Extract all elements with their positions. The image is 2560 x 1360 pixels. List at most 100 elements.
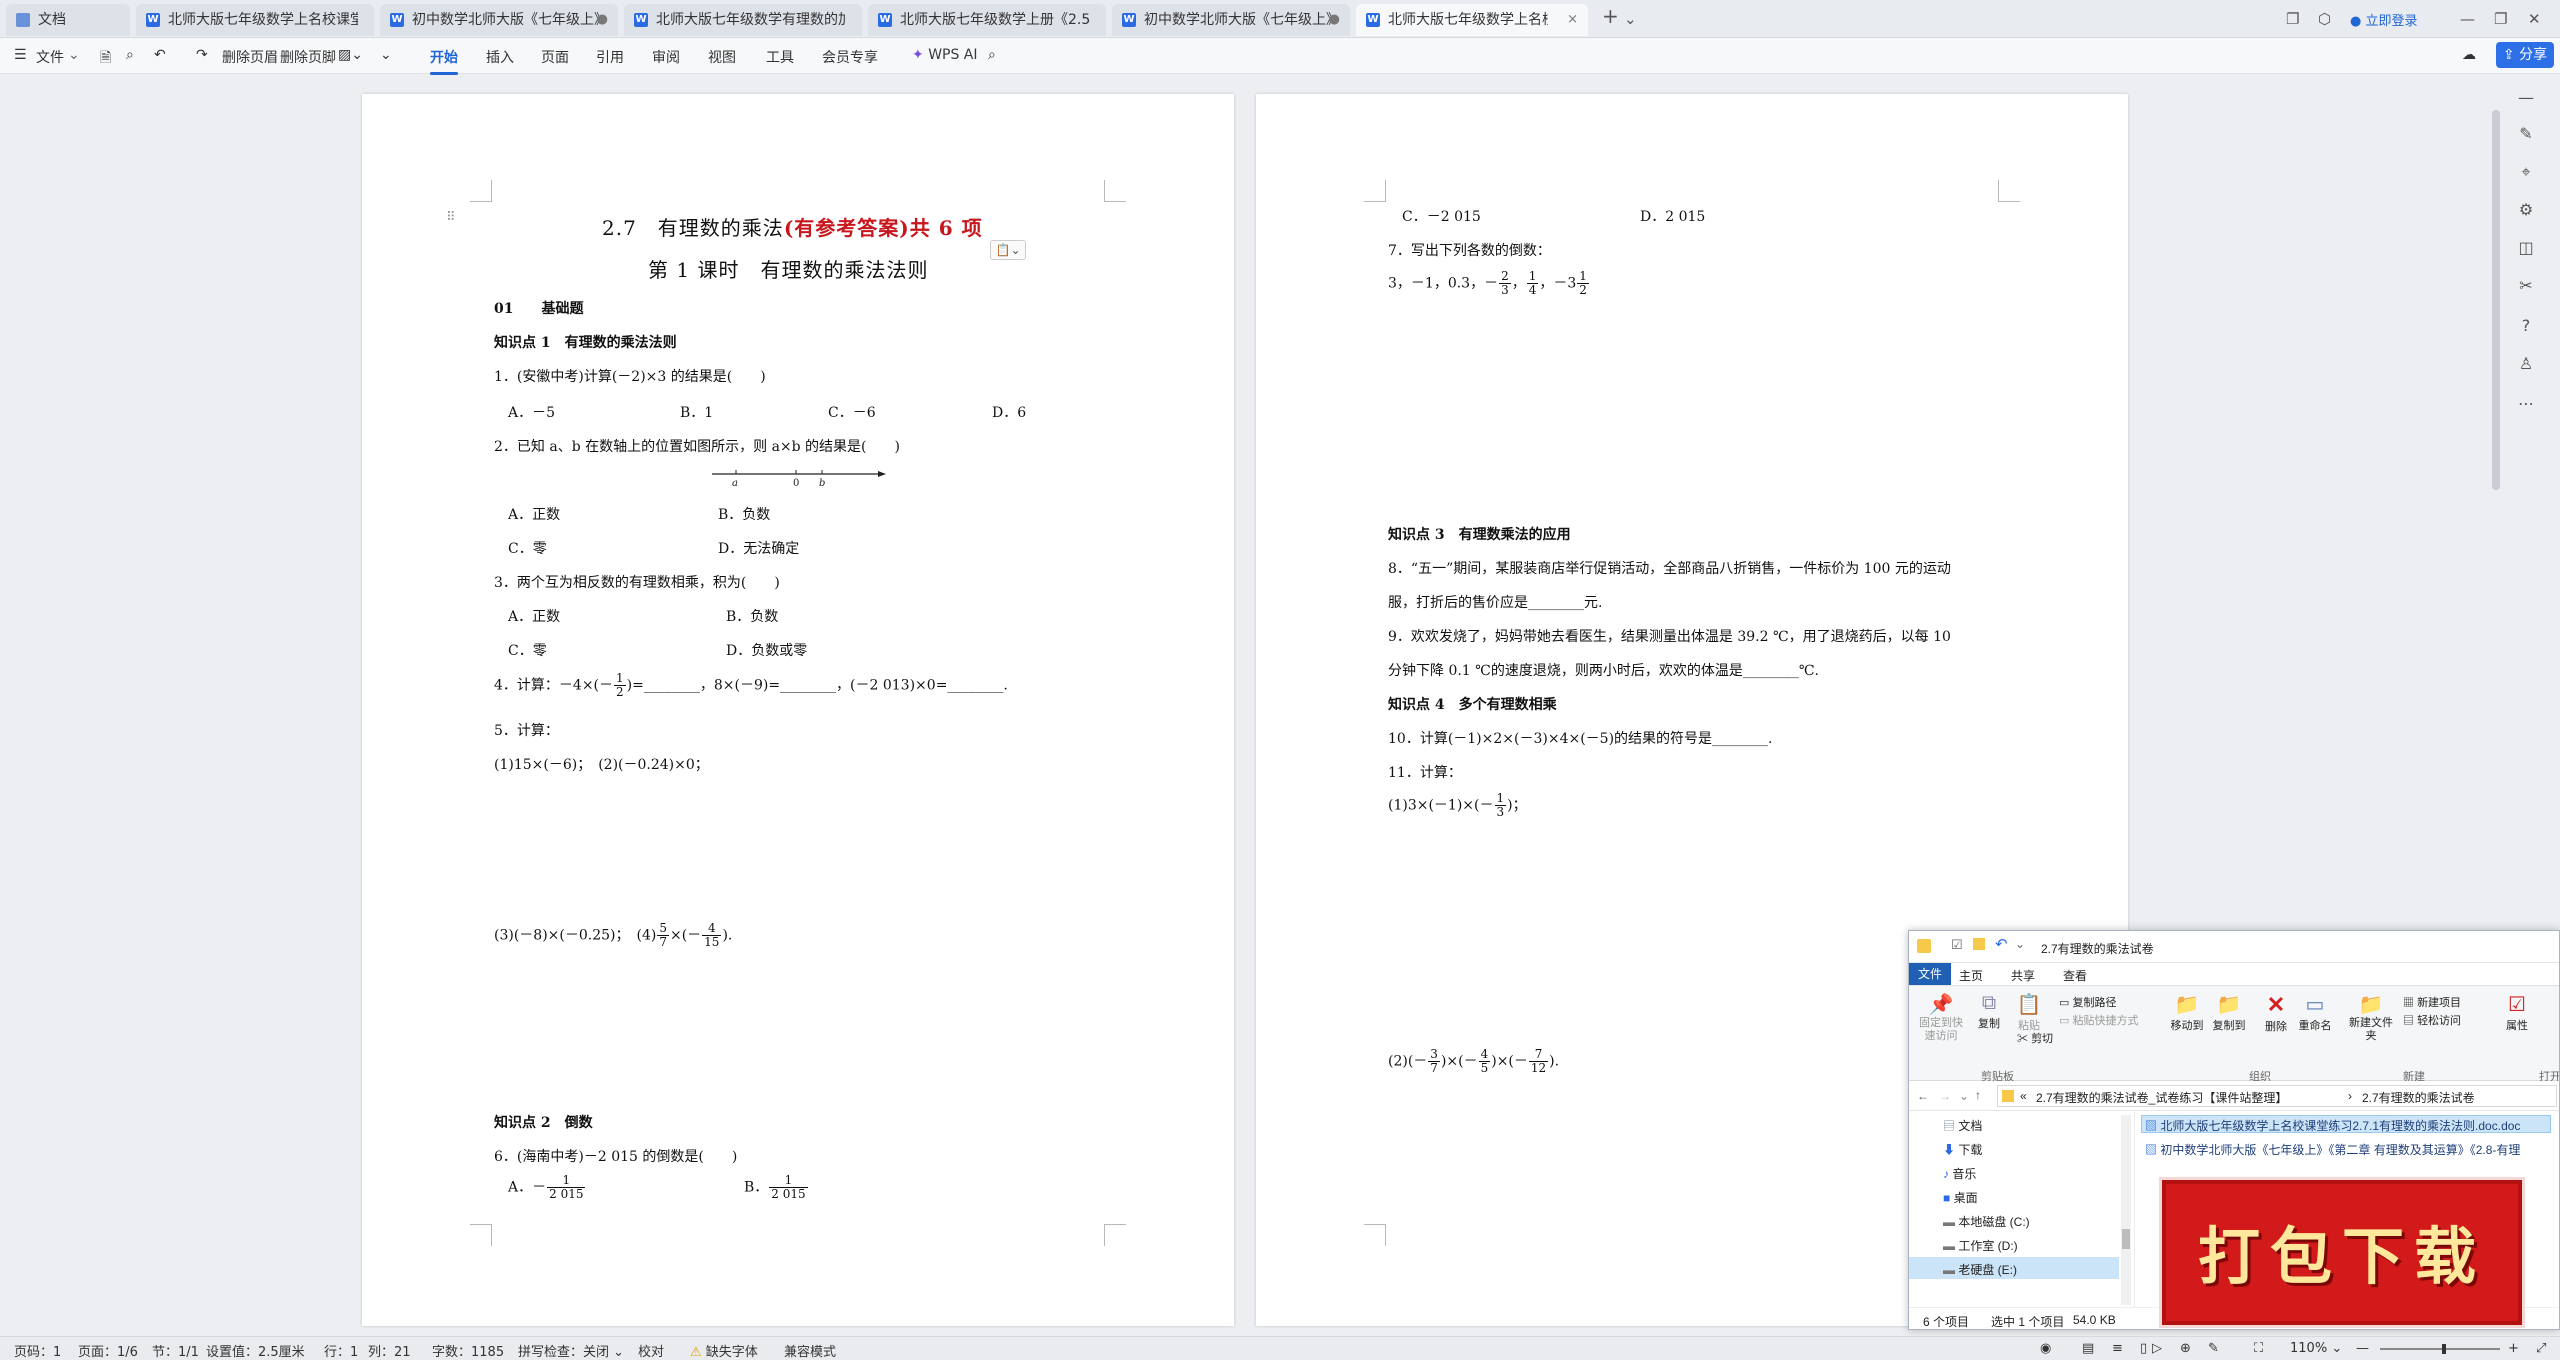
properties-icon[interactable]: ☑ xyxy=(1951,937,1963,953)
play-icon[interactable]: ▷ xyxy=(2152,1341,2162,1356)
zoom-in-icon[interactable]: + xyxy=(2508,1341,2519,1356)
chevron-down-icon[interactable]: ⌄ xyxy=(380,47,392,63)
window-icon[interactable]: ❐ xyxy=(2286,10,2299,28)
missing-font-button[interactable]: ⚠ 缺失字体 xyxy=(690,1341,758,1360)
settings-icon[interactable]: ⚙ xyxy=(2516,200,2536,220)
tab-references[interactable]: 引用 xyxy=(596,47,624,67)
more-icon[interactable]: ⋯ xyxy=(2516,394,2536,414)
status-row[interactable]: 行：1 xyxy=(324,1341,358,1360)
tab-home[interactable]: 开始 xyxy=(430,47,458,75)
vertical-scrollbar[interactable] xyxy=(2492,110,2500,490)
up-icon[interactable]: ↑ xyxy=(1975,1088,1981,1102)
layers-icon[interactable]: ◫ xyxy=(2516,238,2536,258)
page-view-icon[interactable]: ▤ xyxy=(2082,1341,2094,1356)
status-section[interactable]: 节：1/1 xyxy=(152,1341,199,1360)
cut-button[interactable]: ✂ 剪切 xyxy=(2017,1030,2053,1046)
easy-access-button[interactable]: ▤ 轻松访问 xyxy=(2403,1012,2461,1028)
save-icon[interactable]: 🗎 xyxy=(100,47,111,71)
share-button[interactable]: ⇪ 分享 xyxy=(2496,42,2554,68)
nav-drive-d[interactable]: ▬ 工作室 (D:) xyxy=(1943,1237,2018,1254)
nav-downloads[interactable]: ⬇ 下载 xyxy=(1943,1141,1982,1158)
new-folder-button[interactable]: 📁 新建文件夹 xyxy=(2349,992,2393,1043)
chevron-down-icon[interactable]: ⌄ xyxy=(1624,10,1637,28)
back-icon[interactable]: ← xyxy=(1917,1089,1929,1103)
tab-member[interactable]: 会员专享 xyxy=(822,47,878,67)
delete-footer-button[interactable]: 删除页脚 xyxy=(280,47,336,67)
cloud-icon[interactable]: ☁ xyxy=(2462,47,2476,63)
move-to-button[interactable]: 📁 移动到 xyxy=(2167,992,2207,1033)
nav-scrollbar[interactable] xyxy=(2121,1115,2131,1305)
eye-icon[interactable]: ◉ xyxy=(2040,1341,2051,1356)
outline-view-icon[interactable]: ≡ xyxy=(2112,1341,2123,1356)
zoom-level[interactable]: 110% ⌄ xyxy=(2290,1341,2342,1356)
tab-view[interactable]: 视图 xyxy=(708,47,736,67)
tab-tools[interactable]: 工具 xyxy=(766,47,794,67)
close-icon[interactable]: × xyxy=(1567,4,1578,36)
copy-button[interactable]: ⧉ 复制 xyxy=(1971,992,2007,1031)
pin-quick-access-button[interactable]: 📌 固定到快速访问 xyxy=(1915,992,1967,1043)
tab-doc-active[interactable]: W北师大版七年级数学上名校课× xyxy=(1356,4,1588,36)
format-painter-icon[interactable]: ⌕ xyxy=(126,47,134,63)
zoom-slider[interactable] xyxy=(2380,1344,2500,1354)
status-col[interactable]: 列：21 xyxy=(368,1341,411,1360)
file-row[interactable]: ▧ 北师大版七年级数学上名校课堂练习2.7.1有理数的乘法法则.doc.doc xyxy=(2145,1117,2520,1134)
nav-drive-e[interactable]: ▬ 老硬盘 (E:) xyxy=(1943,1261,2017,1278)
rename-button[interactable]: ▭ 重命名 xyxy=(2295,992,2335,1033)
zoom-slider-thumb[interactable] xyxy=(2442,1344,2446,1354)
tab-doc-4[interactable]: W北师大版七年级数学上册《2.5有理 xyxy=(868,4,1106,36)
address-field[interactable]: « 2.7有理数的乘法试卷_试卷练习【课件站整理】 › 2.7有理数的乘法试卷 xyxy=(1997,1085,2557,1107)
copy-path-button[interactable]: ▭ 复制路径 xyxy=(2059,994,2116,1010)
nav-music[interactable]: ♪ 音乐 xyxy=(1943,1165,1976,1182)
tab-review[interactable]: 审阅 xyxy=(652,47,680,67)
nav-documents[interactable]: ▤ 文档 xyxy=(1943,1117,1982,1134)
shirt-icon[interactable]: ♙ xyxy=(2516,354,2536,374)
nav-drive-c[interactable]: ▬ 本地磁盘 (C:) xyxy=(1943,1213,2030,1230)
pen-icon[interactable]: ✎ xyxy=(2516,124,2536,144)
delete-header-button[interactable]: 删除页眉 xyxy=(222,47,278,67)
undo-icon[interactable]: ↶ xyxy=(154,47,166,63)
status-words[interactable]: 字数：1185 xyxy=(432,1341,504,1360)
minimize-icon[interactable]: — xyxy=(2460,10,2475,28)
zoom-out-icon[interactable]: — xyxy=(2356,1341,2369,1356)
shape-icon[interactable]: ▨⌄ xyxy=(338,47,363,63)
new-folder-icon[interactable] xyxy=(1973,938,1985,950)
chevron-down-icon[interactable]: ⌄ xyxy=(68,47,80,63)
close-window-icon[interactable]: ✕ xyxy=(2528,10,2541,28)
status-setting[interactable]: 设置值：2.5厘米 xyxy=(206,1341,305,1360)
tab-page[interactable]: 页面 xyxy=(541,47,569,67)
wps-ai-button[interactable]: ✦ WPS AI xyxy=(912,47,978,63)
forward-icon[interactable]: → xyxy=(1939,1089,1951,1103)
proofread-button[interactable]: 校对 xyxy=(638,1341,664,1360)
tools-icon[interactable]: ✂ xyxy=(2516,276,2536,296)
breadcrumb-parent[interactable]: 2.7有理数的乘法试卷_试卷练习【课件站整理】 xyxy=(2036,1089,2287,1106)
login-button[interactable]: ● 立即登录 xyxy=(2350,10,2418,29)
redo-icon[interactable]: ↷ xyxy=(196,47,208,63)
drag-handle-icon[interactable]: ⠿ xyxy=(446,210,456,225)
status-page[interactable]: 页码：1 xyxy=(14,1341,61,1360)
tab-doc-2[interactable]: W 初中数学北师大版《七年级上》《 ● xyxy=(380,4,618,36)
chevron-down-icon[interactable]: ⌄ xyxy=(2015,937,2025,951)
download-promo-banner[interactable]: 打包下载 xyxy=(2162,1180,2522,1325)
nav-desktop[interactable]: ■ 桌面 xyxy=(1943,1189,1978,1206)
properties-button[interactable]: ☑ 属性 xyxy=(2499,992,2535,1033)
undo-icon[interactable]: ↶ xyxy=(1995,935,2008,953)
paste-shortcut-button[interactable]: ▭ 粘贴快捷方式 xyxy=(2059,1012,2138,1028)
breadcrumb-current[interactable]: 2.7有理数的乘法试卷 xyxy=(2362,1089,2475,1106)
new-item-button[interactable]: ▦ 新建项目 xyxy=(2403,994,2461,1010)
menu-icon[interactable]: ☰ xyxy=(14,47,27,63)
search-icon[interactable]: ⌕ xyxy=(988,47,996,63)
chevron-down-icon[interactable]: ⌄ xyxy=(1959,1089,1969,1103)
restore-icon[interactable]: ❐ xyxy=(2494,10,2507,28)
pointer-icon[interactable]: ⌖ xyxy=(2516,162,2536,182)
tab-home[interactable]: 文档 xyxy=(6,4,130,36)
tab-share[interactable]: 共享 xyxy=(2011,967,2035,984)
new-tab-button[interactable]: + xyxy=(1602,4,1619,28)
paste-button[interactable]: 📋 粘贴 xyxy=(2011,992,2047,1033)
web-view-icon[interactable]: ⊕ xyxy=(2180,1341,2191,1356)
delete-button[interactable]: ✕ 删除 xyxy=(2259,992,2293,1034)
cube-icon[interactable]: ⬡ xyxy=(2318,10,2331,28)
tab-file[interactable]: 文件 xyxy=(1909,963,1951,985)
close-icon[interactable]: ● xyxy=(1329,4,1340,36)
fit-icon[interactable]: ⛶ xyxy=(2254,1341,2263,1356)
file-menu[interactable]: 文件 xyxy=(36,47,64,67)
